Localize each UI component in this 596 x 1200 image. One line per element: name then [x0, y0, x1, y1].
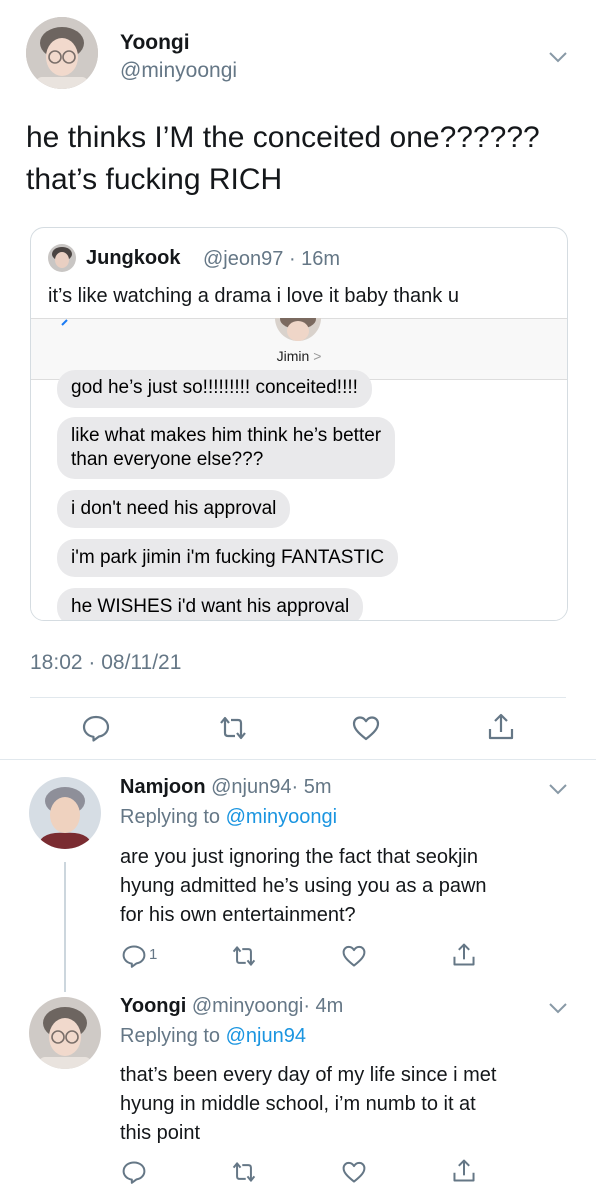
reply1-text-line: hyung admitted he’s using you as a pawn: [120, 875, 487, 897]
share-icon[interactable]: [486, 712, 516, 742]
reply1-replying-to: Replying to @minyoongi: [120, 806, 337, 829]
retweet-icon[interactable]: [231, 943, 257, 969]
reply1-text-line: are you just ignoring the fact that seok…: [120, 846, 478, 868]
message-bubble: i don't need his approval: [57, 490, 291, 528]
messages-screenshot: Jimin > god he’s just so!!!!!!!!! concei…: [31, 318, 567, 620]
message-text: than everyone else???: [71, 449, 264, 470]
reply2-text-line: that’s been every day of my life since i…: [120, 1064, 497, 1086]
like-heart-icon[interactable]: [351, 713, 381, 743]
contact-chevron: >: [313, 348, 322, 364]
share-icon[interactable]: [451, 1158, 477, 1184]
chevron-down-icon[interactable]: [547, 1001, 569, 1015]
message-text: he WISHES i'd want his approval: [71, 596, 350, 617]
chevron-down-icon[interactable]: [547, 782, 569, 796]
reply1-text-line: for his own entertainment?: [120, 904, 356, 926]
message-text: like what makes him think he’s better: [71, 425, 382, 446]
reply1-header: Namjoon @njun94· 5m: [120, 776, 332, 799]
avatar-yoongi[interactable]: [29, 997, 101, 1069]
section-divider: [0, 759, 596, 760]
chevron-down-icon[interactable]: [547, 50, 569, 64]
reply2-header: Yoongi @minyoongi· 4m: [120, 995, 343, 1018]
avatar-yoongi[interactable]: [26, 17, 98, 89]
quote-display-name: Jungkook: [86, 247, 181, 269]
quote-handle-text: @jeon97: [203, 248, 284, 270]
replying-to-handle[interactable]: @minyoongi: [226, 806, 337, 828]
share-icon[interactable]: [451, 942, 477, 968]
quote-handle: @jeon97 · 16m: [203, 248, 340, 271]
avatar-namjoon[interactable]: [29, 777, 101, 849]
display-name[interactable]: Yoongi: [120, 31, 190, 55]
quote-time: · 16m: [288, 248, 341, 270]
reply-icon[interactable]: [121, 943, 147, 969]
replying-to-label: Replying to: [120, 806, 221, 828]
reply2-text-line: hyung in middle school, i’m numb to it a…: [120, 1093, 476, 1115]
reply2-text-line: this point: [120, 1122, 201, 1144]
avatar-jungkook: [48, 244, 76, 272]
contact-avatar: [275, 318, 321, 341]
retweet-icon[interactable]: [218, 713, 248, 743]
message-bubble: i'm park jimin i'm fucking FANTASTIC: [57, 539, 399, 577]
back-arrow-icon: [61, 319, 68, 326]
reply1-text: are you just ignoring the fact that seok…: [120, 843, 487, 930]
contact-name: Jimin >: [31, 348, 567, 364]
reply1-time: · 5m: [291, 776, 332, 798]
reply-count: 1: [149, 946, 158, 963]
replying-to-label: Replying to: [120, 1025, 221, 1047]
tweet-text-line1: he thinks I’M the conceited one??????: [26, 121, 540, 154]
quote-text: it’s like watching a drama i love it bab…: [48, 285, 459, 307]
avatar-image: [48, 244, 76, 272]
reply2-display-name[interactable]: Yoongi: [120, 995, 186, 1017]
handle[interactable]: @minyoongi: [120, 59, 237, 83]
message-text: god he’s just so!!!!!!!!! conceited!!!!: [71, 377, 358, 398]
avatar-image: [29, 997, 101, 1069]
like-heart-icon[interactable]: [341, 943, 367, 969]
message-bubble: he WISHES i'd want his approval: [57, 588, 364, 620]
reply2-replying-to: Replying to @njun94: [120, 1025, 306, 1048]
divider: [30, 697, 566, 698]
reply1-display-name[interactable]: Namjoon: [120, 776, 206, 798]
contact-avatar-image: [275, 318, 321, 341]
reply1-handle[interactable]: @njun94: [211, 776, 291, 798]
like-heart-icon[interactable]: [341, 1159, 367, 1185]
tweet-timestamp[interactable]: 18:02 · 08/11/21: [30, 651, 181, 675]
tweet-text: he thinks I’M the conceited one?????? th…: [26, 117, 540, 201]
reply2-text: that’s been every day of my life since i…: [120, 1061, 496, 1148]
message-bubble: god he’s just so!!!!!!!!! conceited!!!!: [57, 370, 372, 408]
quote-tweet-card[interactable]: Jungkook @jeon97 · 16m it’s like watchin…: [30, 227, 568, 621]
reply-icon[interactable]: [81, 713, 111, 743]
message-text: i don't need his approval: [71, 498, 277, 519]
reply-icon[interactable]: [121, 1159, 147, 1185]
thread-line: [64, 862, 66, 992]
tweet-text-line2: that’s fucking RICH: [26, 163, 283, 196]
avatar-image: [29, 777, 101, 849]
retweet-icon[interactable]: [231, 1159, 257, 1185]
contact-name-text: Jimin: [276, 348, 310, 364]
message-text: i'm park jimin i'm fucking FANTASTIC: [71, 547, 385, 568]
message-bubble: like what makes him think he’s better th…: [57, 417, 396, 479]
reply2-time: · 4m: [303, 995, 344, 1017]
reply2-handle[interactable]: @minyoongi: [192, 995, 303, 1017]
replying-to-handle[interactable]: @njun94: [226, 1025, 306, 1047]
avatar-image: [26, 17, 98, 89]
